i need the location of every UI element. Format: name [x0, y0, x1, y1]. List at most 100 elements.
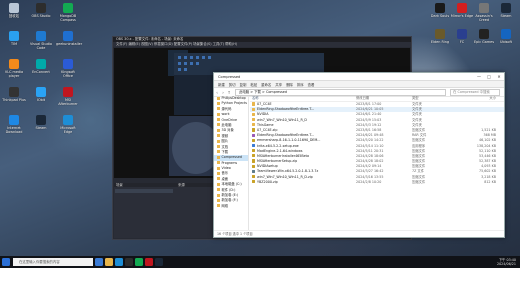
desktop-icon[interactable]: Visual Studio Code	[29, 31, 53, 50]
column-size[interactable]: 大小	[456, 96, 496, 101]
folder-icon	[217, 96, 220, 100]
desktop-icon-label: Dark Souls	[430, 14, 450, 18]
desktop-icon[interactable]: Elden Ring	[428, 29, 452, 44]
app-icon	[501, 29, 511, 39]
file-name: ThisGame	[257, 122, 274, 127]
taskbar-app-icon[interactable]	[135, 258, 143, 266]
desktop-icon[interactable]: EnConvert	[29, 59, 53, 74]
system-tray-clock[interactable]: 下午 03:40 2024/06/21	[497, 258, 520, 266]
taskbar-app-icon[interactable]	[125, 258, 133, 266]
obs-menu-bar[interactable]: 文件(F) 编辑(E) 视图(V) 停靠窗口(D) 配置文件(P) 场景集合(S…	[113, 42, 411, 47]
ribbon-button[interactable]: 粘贴	[250, 82, 257, 87]
app-icon	[36, 3, 46, 13]
desktop-icon-label: Internet Download	[5, 126, 23, 134]
taskbar-app-icon[interactable]	[155, 258, 163, 266]
column-date[interactable]: 修改日期	[356, 96, 412, 101]
file-name: win7_Win7_Win10_Win11_R_D	[257, 117, 307, 122]
minimize-button[interactable]: —	[474, 74, 484, 79]
ribbon-button[interactable]: 重命名	[261, 82, 271, 87]
ribbon-button[interactable]: 新建	[218, 82, 225, 87]
file-icon	[252, 159, 255, 163]
desktop-icon[interactable]: IObit	[29, 87, 53, 102]
desktop-icon[interactable]: Internet Download	[2, 115, 26, 134]
folder-icon	[217, 145, 220, 149]
desktop-icon-label: Steam	[500, 14, 512, 18]
desktop-icon[interactable]: Thinkpad Plus	[2, 87, 26, 102]
up-arrow-icon[interactable]: ↑	[226, 90, 232, 95]
ribbon-button[interactable]: 删除	[286, 82, 293, 87]
desktop-icon[interactable]: Dark Souls	[428, 3, 452, 18]
desktop-icon[interactable]: Ubisoft	[494, 29, 518, 44]
folder-icon	[217, 107, 220, 111]
desktop-icon[interactable]: VLC media player	[2, 59, 26, 78]
desktop-icon[interactable]: Steam	[29, 115, 53, 130]
desktop-icon[interactable]: Mirror's Edge	[450, 3, 474, 18]
ribbon-button[interactable]: 剪切	[229, 82, 236, 87]
explorer-titlebar[interactable]: Compressed — □ ✕	[214, 73, 504, 81]
desktop-icon[interactable]: FC	[450, 29, 474, 44]
maximize-button[interactable]: □	[484, 74, 494, 79]
navigation-pane[interactable]: PhilipsDesktop Python Projects 源代码 work OneD…	[214, 96, 249, 231]
file-row[interactable]: YBZ2000.zip 2024/2/8 10:20 压缩文件 812 KB	[250, 180, 504, 185]
file-name: TeamViewer.Win.x64.5.2.0-1.8-1.3.7z	[257, 169, 319, 174]
obs-scenes-header: 场景	[114, 183, 178, 187]
obs-scene-item[interactable]	[115, 189, 173, 193]
ribbon-button[interactable]: 排序	[297, 82, 304, 87]
ribbon-button[interactable]: 共享	[275, 82, 282, 87]
desktop-icon[interactable]: Assassin's Creed	[472, 3, 496, 22]
file-explorer-window[interactable]: Compressed — □ ✕ 新建 剪切 复制 粘贴 重命名 共享 删除 排序 查看 ‹ ›…	[213, 72, 505, 238]
folder-icon	[217, 155, 220, 159]
column-name[interactable]: 名称	[250, 96, 356, 101]
file-name: MSIAfterburnerInstaller465Beta	[257, 153, 309, 158]
ribbon-button[interactable]: 查看	[308, 82, 315, 87]
file-icon	[252, 175, 255, 179]
folder-icon	[252, 107, 255, 111]
folder-icon	[217, 150, 220, 154]
search-input[interactable]: 在 Compressed 中搜索	[450, 88, 500, 96]
file-name: EldenRing.ShadowoftheErdtree.T...	[257, 107, 315, 112]
status-bar: 16 个项目 选中 1 个项目	[214, 230, 504, 237]
desktop-icon-label: Assassin's Creed	[475, 14, 493, 22]
taskbar-apps[interactable]	[93, 258, 163, 266]
app-icon	[435, 29, 445, 39]
taskbar[interactable]: 在这里输入你要搜索的内容 下午 03:40 2024/06/21	[0, 256, 520, 268]
desktop-icon[interactable]: Microsoft Edge	[56, 115, 80, 134]
nav-pane-item[interactable]: 网络	[214, 204, 248, 209]
close-button[interactable]: ✕	[494, 74, 504, 79]
desktop-icon-label: MongoDB Compass	[59, 14, 77, 22]
address-path[interactable]: 此电脑 > 下载 > Compressed	[235, 88, 446, 96]
taskbar-app-icon[interactable]	[95, 258, 103, 266]
taskbar-search-input[interactable]: 在这里输入你要搜索的内容	[13, 258, 93, 266]
desktop-icon-label: Elden Ring	[430, 40, 450, 44]
desktop-icon-label: Kingsoft Office	[61, 70, 75, 78]
file-size: 812 KB	[484, 179, 496, 184]
taskbar-app-icon[interactable]	[105, 258, 113, 266]
start-button-icon[interactable]	[2, 258, 10, 266]
desktop-icon[interactable]: Steam	[494, 3, 518, 18]
folder-icon	[217, 166, 220, 170]
desktop-icon[interactable]: OBS Studio	[29, 3, 53, 18]
taskbar-app-icon[interactable]	[145, 258, 153, 266]
app-icon	[9, 3, 19, 13]
explorer-ribbon[interactable]: 新建 剪切 复制 粘贴 重命名 共享 删除 排序 查看	[214, 81, 504, 88]
desktop-icon[interactable]: TIM	[2, 31, 26, 46]
taskbar-app-icon[interactable]	[115, 258, 123, 266]
desktop-icon[interactable]: MSI Afterburner	[56, 87, 80, 106]
ribbon-button[interactable]: 复制	[240, 82, 247, 87]
folder-icon	[217, 118, 220, 122]
desktop-icon[interactable]: 回收站	[2, 3, 26, 18]
file-icon	[252, 128, 255, 132]
file-list[interactable]: 名称 修改日期 类型 大小 07_CC4E 2023/8/1 17:00 文件夹 El…	[250, 96, 504, 231]
column-type[interactable]: 类型	[412, 96, 456, 101]
app-icon	[479, 29, 489, 39]
desktop-icon[interactable]: MongoDB Compass	[56, 3, 80, 22]
desktop-icon[interactable]: Kingsoft Office	[56, 59, 80, 78]
app-icon	[36, 115, 46, 125]
file-name: MadEngine-2.1-64-windows	[257, 148, 303, 153]
desktop-icon-label: Thinkpad Plus	[2, 98, 26, 102]
app-icon	[479, 3, 489, 13]
app-icon	[457, 3, 467, 13]
desktop-icon[interactable]: Epic Games	[472, 29, 496, 44]
nav-pane-label: Video	[221, 166, 231, 171]
desktop-icon[interactable]: geekuninstaller	[56, 31, 82, 46]
